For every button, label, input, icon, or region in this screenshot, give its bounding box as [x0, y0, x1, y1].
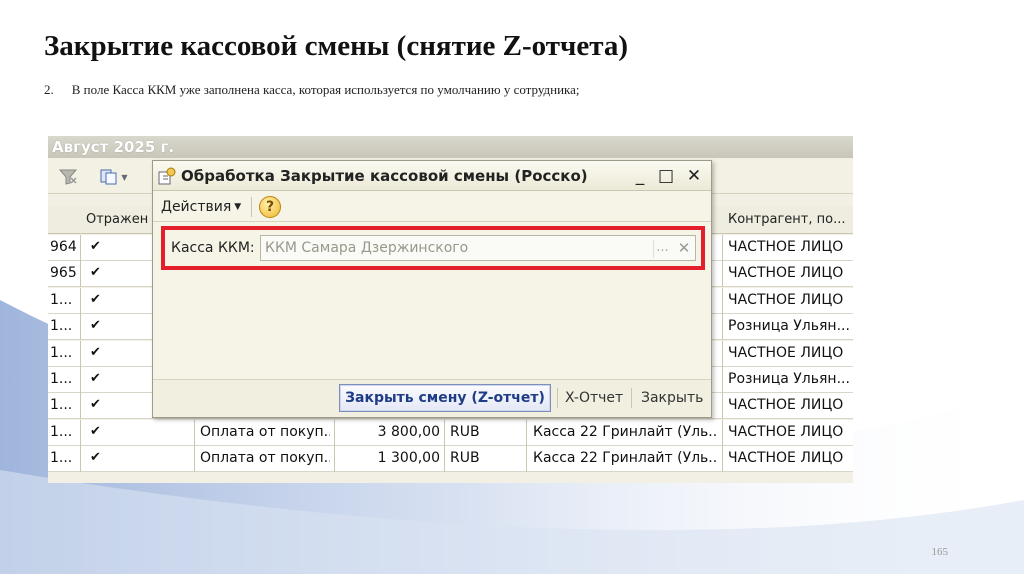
table-row[interactable]: 1... ✔ Оплата от покуп... 3 800,00 RUB Касса … — [48, 419, 853, 446]
checkmark-icon: ✔ — [90, 291, 101, 307]
column-divider — [722, 235, 723, 261]
table-cell: 3 800,00 — [377, 423, 440, 440]
filter-icon[interactable] — [56, 166, 80, 188]
app-screenshot: Август 2025 г. ▼ Отражен Контрагент, по.… — [48, 136, 853, 483]
column-divider — [722, 314, 723, 341]
table-cell: 1... — [50, 344, 73, 361]
column-divider — [80, 235, 81, 261]
kkm-field-value: ККМ Самара Дзержинского — [265, 240, 469, 256]
table-cell: Оплата от покуп... — [200, 423, 330, 440]
maximize-icon[interactable]: □ — [655, 165, 677, 187]
table-cell: RUB — [450, 423, 480, 440]
kkm-field[interactable]: ККМ Самара Дзержинского ... ✕ — [260, 235, 696, 261]
button-divider — [631, 388, 632, 408]
processing-icon — [158, 167, 176, 185]
column-divider — [722, 287, 723, 314]
dialog-menubar: Действия ▼ ? — [153, 192, 711, 222]
clear-icon[interactable]: ✕ — [675, 239, 693, 257]
column-divider — [80, 446, 81, 473]
actions-menu-label: Действия — [161, 199, 232, 215]
chevron-down-icon: ▼ — [234, 202, 242, 212]
close-shift-button[interactable]: Закрыть смену (Z-отчет) — [339, 384, 551, 412]
column-divider — [444, 419, 445, 446]
table-cell: ЧАСТНОЕ ЛИЦО — [728, 423, 844, 440]
dialog-titlebar[interactable]: Обработка Закрытие кассовой смены (Росск… — [153, 161, 711, 191]
table-cell: Розница Ульян... — [728, 318, 850, 335]
column-divider — [722, 419, 723, 446]
close-icon[interactable]: ✕ — [683, 165, 705, 187]
table-row[interactable]: 1... ✔ Оплата от покуп... 1 300,00 RUB Касса … — [48, 446, 853, 473]
column-header[interactable]: Отражен — [86, 212, 156, 227]
close-shift-dialog: Обработка Закрытие кассовой смены (Росск… — [152, 160, 712, 418]
table-cell: ЧАСТНОЕ ЛИЦО — [728, 344, 844, 361]
table-cell: ЧАСТНОЕ ЛИЦО — [728, 450, 844, 467]
column-divider — [526, 419, 527, 446]
table-cell: Касса 22 Гринлайт (Уль... — [533, 423, 718, 440]
page-number: 165 — [931, 546, 949, 558]
kkm-highlight: Касса ККМ: ККМ Самара Дзержинского ... ✕ — [161, 226, 705, 270]
table-cell: 964 — [50, 239, 77, 255]
step-item: 2. В поле Касса ККМ уже заполнена касса,… — [44, 82, 580, 98]
checkmark-icon: ✔ — [90, 423, 101, 439]
step-text: В поле Касса ККМ уже заполнена касса, ко… — [71, 82, 580, 97]
table-cell: Касса 22 Гринлайт (Уль... — [533, 450, 718, 467]
step-number: 2. — [44, 82, 54, 97]
column-divider — [722, 446, 723, 473]
checkmark-icon: ✔ — [90, 344, 101, 360]
column-divider — [334, 419, 335, 446]
column-divider — [722, 393, 723, 420]
close-button[interactable]: Закрыть — [641, 390, 703, 406]
table-cell: 1... — [50, 450, 73, 467]
column-divider — [80, 340, 81, 367]
menu-divider — [251, 197, 252, 217]
table-cell: 1... — [50, 423, 73, 440]
column-divider — [80, 367, 81, 393]
minimize-icon[interactable]: _ — [629, 165, 651, 187]
table-cell: Розница Ульян... — [728, 371, 850, 387]
column-divider — [80, 314, 81, 341]
column-divider — [194, 419, 195, 446]
table-cell: 1... — [50, 397, 73, 414]
table-cell: 1... — [50, 291, 73, 308]
column-divider — [722, 261, 723, 288]
table-cell: 1... — [50, 318, 73, 335]
table-cell: RUB — [450, 450, 480, 467]
kkm-field-label: Касса ККМ: — [171, 240, 255, 256]
table-cell: ЧАСТНОЕ ЛИЦО — [728, 291, 844, 308]
column-divider — [526, 446, 527, 473]
column-divider — [80, 287, 81, 314]
table-cell: ЧАСТНОЕ ЛИЦО — [728, 239, 844, 255]
table-cell: 1 300,00 — [377, 450, 440, 467]
checkmark-icon: ✔ — [90, 397, 101, 413]
table-cell: 1... — [50, 371, 73, 387]
column-header[interactable]: Контрагент, по... — [728, 212, 850, 227]
column-divider — [80, 419, 81, 446]
table-cell: 965 — [50, 265, 77, 282]
table-cell: Оплата от покуп... — [200, 450, 330, 467]
column-divider — [194, 446, 195, 473]
x-report-button[interactable]: X-Отчет — [565, 390, 623, 406]
select-button[interactable]: ... — [653, 240, 671, 258]
checkmark-icon: ✔ — [90, 265, 101, 281]
slide-title: Закрытие кассовой смены (снятие Z-отчета… — [44, 30, 629, 62]
actions-menu[interactable]: Действия ▼ — [161, 199, 241, 215]
button-divider — [557, 388, 558, 408]
column-divider — [334, 446, 335, 473]
table-cell: ЧАСТНОЕ ЛИЦО — [728, 265, 844, 282]
column-divider — [722, 367, 723, 393]
checkmark-icon: ✔ — [90, 239, 101, 254]
checkmark-icon: ✔ — [90, 371, 101, 386]
column-divider — [80, 393, 81, 420]
column-divider — [444, 446, 445, 473]
checkmark-icon: ✔ — [90, 318, 101, 334]
dialog-footer: Закрыть смену (Z-отчет) X-Отчет Закрыть — [153, 379, 711, 417]
help-icon[interactable]: ? — [259, 196, 281, 218]
copy-menu-icon[interactable]: ▼ — [94, 166, 134, 188]
checkmark-icon: ✔ — [90, 450, 101, 466]
column-divider — [722, 340, 723, 367]
dialog-title: Обработка Закрытие кассовой смены (Росск… — [181, 167, 588, 185]
month-header: Август 2025 г. — [48, 136, 853, 158]
table-cell: ЧАСТНОЕ ЛИЦО — [728, 397, 844, 414]
column-divider — [80, 261, 81, 288]
